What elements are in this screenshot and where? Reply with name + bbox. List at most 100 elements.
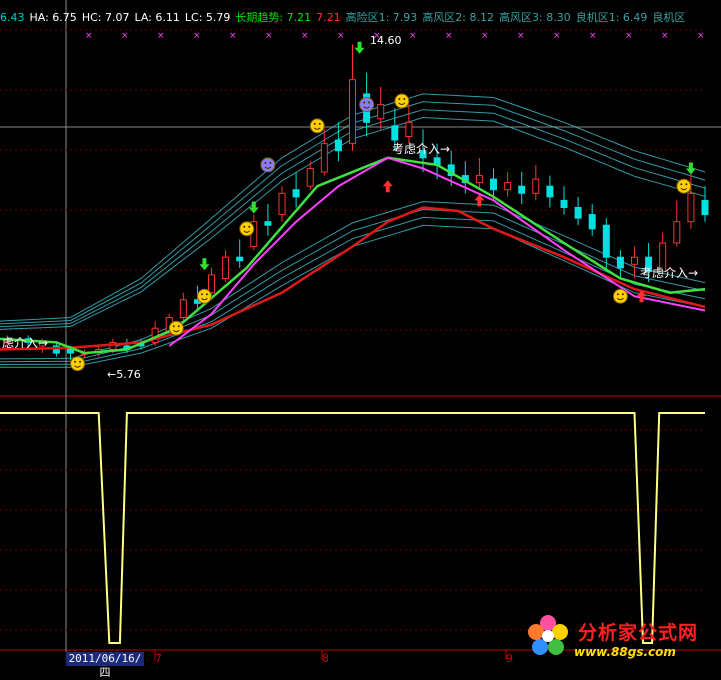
candle-body xyxy=(278,192,286,216)
header-item: 高风区2: 8.12 xyxy=(422,11,495,24)
smiley-eye xyxy=(398,98,401,100)
watermark-url: www.88gs.com xyxy=(574,645,676,659)
smiley-eye xyxy=(269,161,272,164)
stock-chart: × × × × × × × × × × × × × × × × × × xyxy=(0,0,721,660)
x-mark: × xyxy=(445,31,453,41)
candle-body xyxy=(574,207,582,219)
month-tick-7: 7 xyxy=(155,652,162,665)
candle-body xyxy=(673,221,681,244)
indicator-header: 6.43 HA: 6.75 HC: 7.07 LA: 6.11 LC: 5.79 长期趋势… xyxy=(0,10,690,26)
x-mark: × xyxy=(481,31,489,41)
smiley-icon xyxy=(676,178,692,194)
candle-body xyxy=(264,221,272,226)
smiley-eye xyxy=(74,360,77,363)
candle-body xyxy=(631,256,638,265)
watermark-title: 分析家公式网 xyxy=(578,622,699,644)
candle-body xyxy=(701,199,709,216)
candle-body xyxy=(292,189,300,198)
smiley-eye xyxy=(313,122,316,125)
x-mark: × xyxy=(517,31,525,41)
smiley-eye xyxy=(264,161,267,164)
arrow-down-icon xyxy=(248,201,259,214)
x-mark: × xyxy=(301,31,309,41)
smiley-icon xyxy=(70,356,86,372)
arrow-down-icon xyxy=(199,258,210,271)
x-mark: × xyxy=(697,31,705,41)
header-item: HA: 6.75 xyxy=(29,11,77,24)
smiley-eye xyxy=(403,98,406,100)
candle-body xyxy=(518,185,526,194)
x-mark: × xyxy=(193,31,201,41)
header-item: 高风区3: 8.30 xyxy=(499,11,571,24)
month-tick-9: 9 xyxy=(506,652,513,665)
smiley-icon xyxy=(196,288,212,304)
candle-body xyxy=(334,139,342,152)
consider-entry-label-right: 考虑介入→ xyxy=(640,266,699,280)
smiley-eye xyxy=(363,101,366,104)
header-item: 长期趋势: 7.21 xyxy=(235,11,312,24)
candle-body xyxy=(208,274,215,294)
arrow-up-icon xyxy=(382,180,393,193)
smiley-eye xyxy=(177,325,180,328)
header-item: 高险区1: 7.93 xyxy=(345,11,418,24)
header-item: HC: 7.07 xyxy=(81,11,130,24)
header-item: LC: 5.79 xyxy=(184,11,231,24)
x-mark: × xyxy=(121,31,129,41)
candle-body xyxy=(504,182,512,191)
x-mark: × xyxy=(337,31,345,41)
smiley-eye xyxy=(318,122,321,125)
smiley-eye xyxy=(248,225,251,228)
low-price-label: ←5.76 xyxy=(107,368,141,381)
smiley-eye xyxy=(200,293,203,296)
x-mark: × xyxy=(157,31,165,41)
smiley-eye xyxy=(243,225,246,228)
x-mark: × xyxy=(661,31,669,41)
consider-entry-label-left: 虑介入→ xyxy=(2,336,49,350)
x-mark: × xyxy=(265,31,273,41)
smiley-icon xyxy=(260,157,276,173)
lower-band-line xyxy=(0,216,706,365)
long-trend-line xyxy=(0,206,706,351)
x-mark: × xyxy=(409,31,417,41)
smiley-eye xyxy=(368,101,371,104)
grid xyxy=(0,0,721,660)
cursor-date-label: 2011/06/16/四 xyxy=(66,652,144,679)
smiley-eye xyxy=(616,293,619,296)
candle-body xyxy=(377,104,385,120)
smiley-icon xyxy=(309,118,325,134)
header-item: 良机区 xyxy=(652,11,686,24)
smiley-eye xyxy=(205,293,208,296)
x-mark: × xyxy=(625,31,633,41)
x-mark: × xyxy=(85,31,93,41)
arrow-down-icon xyxy=(354,41,365,54)
smiley-eye xyxy=(621,293,624,296)
candle-body xyxy=(560,199,568,208)
smiley-icon xyxy=(168,320,184,336)
header-item: LA: 6.11 xyxy=(134,11,180,24)
candle-body xyxy=(236,256,244,262)
candle-body xyxy=(532,178,540,194)
smiley-eye xyxy=(172,325,175,328)
candle-body xyxy=(602,224,610,258)
smiley-eye xyxy=(680,183,683,186)
lower-band-line xyxy=(0,208,706,363)
smiley-eye xyxy=(685,183,688,186)
smiley-icon xyxy=(239,221,255,237)
candle-body xyxy=(320,143,328,173)
signal-icons: × × × × × × × × × × × × × × × × × × xyxy=(70,31,705,372)
trend-lines xyxy=(0,156,706,355)
month-tick-8: 8 xyxy=(322,652,329,665)
x-mark: × xyxy=(553,31,561,41)
arrow-down-icon xyxy=(685,162,696,175)
high-price-label: 14.60 xyxy=(370,34,402,47)
consider-entry-label-mid: 考虑介入→ xyxy=(392,142,451,156)
candle-body xyxy=(405,121,413,138)
candle-body xyxy=(546,185,554,198)
candle-body xyxy=(391,125,399,141)
smiley-icon xyxy=(612,288,628,304)
smiley-eye xyxy=(79,360,82,363)
header-item: 7.21 xyxy=(316,11,341,24)
candle-body xyxy=(588,214,596,230)
mid-trend-line xyxy=(0,156,706,355)
smiley-icon xyxy=(394,93,410,109)
